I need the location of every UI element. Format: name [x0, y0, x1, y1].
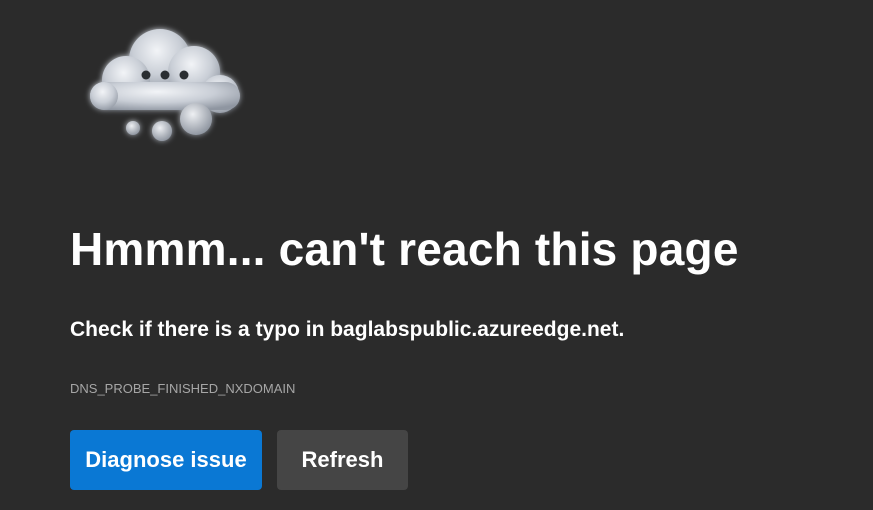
thinking-cloud-icon: [82, 22, 252, 152]
error-page: Hmmm... can't reach this page Check if t…: [0, 0, 873, 510]
error-code: DNS_PROBE_FINISHED_NXDOMAIN: [70, 381, 296, 396]
diagnose-issue-button[interactable]: Diagnose issue: [70, 430, 262, 490]
error-message: Check if there is a typo in baglabspubli…: [70, 318, 625, 341]
refresh-button[interactable]: Refresh: [277, 430, 408, 490]
page-title: Hmmm... can't reach this page: [70, 223, 739, 275]
